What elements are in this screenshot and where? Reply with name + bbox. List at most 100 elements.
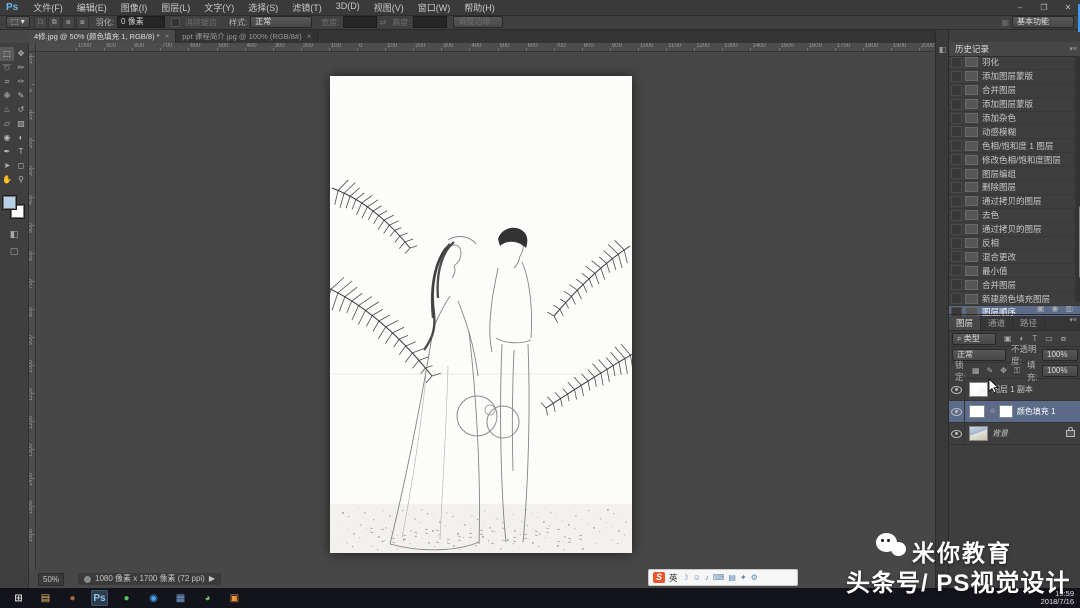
layer-row[interactable]: 图层 1 副本 [949, 379, 1080, 401]
history-scrollbar[interactable] [1075, 56, 1080, 302]
history-brush-source-box[interactable] [951, 181, 962, 193]
minimize-button[interactable]: – [1008, 3, 1032, 12]
menu-item-4[interactable]: 文字(Y) [197, 1, 241, 14]
layer-row[interactable]: 背景 [949, 423, 1080, 445]
horizontal-ruler[interactable]: 1000 900 800 700 600 500 400 300 200 100 0 100 200 30… [35, 43, 935, 52]
history-state[interactable]: 添加杂色 [949, 112, 1080, 126]
feather-input[interactable]: 0 像素 [117, 16, 166, 28]
history-brush-tool[interactable]: ↺ [14, 103, 28, 117]
menu-item-7[interactable]: 3D(D) [329, 1, 367, 14]
history-state[interactable]: 合并图层 [949, 84, 1080, 98]
ime-toolbar[interactable]: S 英 ☽ ☺ ♪ ⌨ ▤ ✦ ⚙ [648, 569, 798, 586]
layer-thumbnail[interactable] [969, 426, 988, 441]
dodge-tool[interactable]: ◐ [14, 131, 28, 145]
kugou-icon[interactable]: ◉ [145, 590, 162, 606]
intersect-selection-icon[interactable]: ⧇ [75, 15, 89, 29]
history-brush-source-box[interactable] [951, 209, 962, 221]
filter-shape-layers-icon[interactable]: ▭ [1045, 334, 1053, 344]
history-state[interactable]: 混合更改 [949, 250, 1080, 265]
brush-tool[interactable]: ✎ [14, 89, 28, 103]
document-canvas[interactable] [330, 76, 632, 553]
ime-mode-label[interactable]: 英 [669, 572, 678, 584]
history-brush-source-box[interactable] [951, 140, 962, 152]
vertical-ruler[interactable]: 100 0 100 200 300 400 500 600 700 800 900 1000 1100 1… [28, 51, 36, 570]
workspace-switcher[interactable]: ▦ 基本功能 [1001, 16, 1074, 28]
layer-mask-thumbnail[interactable] [998, 405, 1013, 418]
menu-item-2[interactable]: 图像(I) [114, 1, 155, 14]
eraser-tool[interactable]: ▱ [0, 117, 14, 131]
history-brush-source-box[interactable] [951, 251, 962, 263]
app-icon-green[interactable]: ● [118, 590, 135, 606]
layer-fill-thumbnail[interactable] [969, 405, 985, 418]
new-snapshot-icon[interactable]: ◉ [1051, 304, 1058, 313]
lock-position-icon[interactable]: ✥ [1000, 366, 1007, 376]
layer-row[interactable]: ៙ 颜色填充 1 [949, 401, 1080, 423]
history-state[interactable]: 修改色相/饱和度图层 [949, 153, 1080, 168]
add-selection-icon[interactable]: ⧉ [47, 15, 61, 29]
menu-item-1[interactable]: 编辑(E) [70, 1, 114, 14]
history-brush-source-box[interactable] [951, 279, 962, 291]
menu-item-6[interactable]: 滤镜(T) [285, 1, 329, 14]
wechat-icon[interactable]: ◕ [199, 590, 216, 606]
tab-close-icon[interactable]: × [307, 32, 312, 41]
history-state[interactable]: 合并图层 [949, 278, 1080, 293]
antialias-checkbox[interactable] [171, 17, 181, 27]
gradient-tool[interactable]: ▧ [14, 117, 28, 131]
history-state[interactable]: 去色 [949, 209, 1080, 223]
keyboard-icon[interactable]: ⌨ [713, 573, 725, 582]
app-icon-orange[interactable]: ▣ [226, 590, 243, 606]
delete-state-icon[interactable]: ▥ [1065, 304, 1073, 313]
layers-panel-menu-icon[interactable]: ▾≡ [1069, 316, 1077, 330]
emoji-icon[interactable]: ☺ [693, 573, 701, 582]
rectangular-marquee-tool[interactable]: ⬚ [0, 47, 14, 61]
file-explorer-icon[interactable]: ▤ [37, 590, 54, 606]
ruler-origin-corner[interactable] [28, 43, 36, 52]
layers-tab-2[interactable]: 路径 [1013, 316, 1046, 330]
close-button[interactable]: ✕ [1056, 3, 1080, 12]
history-panel-menu-icon[interactable]: ▾≡ [1069, 45, 1077, 53]
lock-paint-icon[interactable]: ✎ [987, 366, 994, 376]
history-state[interactable]: 反相 [949, 237, 1080, 251]
pen-tool[interactable]: ✒ [0, 145, 14, 159]
app-icon-brown[interactable]: ● [64, 590, 81, 606]
moon-icon[interactable]: ☽ [682, 573, 689, 582]
menu-item-3[interactable]: 图层(L) [154, 1, 197, 14]
fill-dropdown[interactable]: 100% [1042, 364, 1078, 377]
blur-tool[interactable]: ◉ [0, 131, 14, 145]
history-state[interactable]: 删除图层 [949, 181, 1080, 195]
sogou-logo-icon[interactable]: S [653, 572, 665, 583]
history-brush-source-box[interactable] [951, 223, 962, 235]
tool-preset-dropdown[interactable]: ⬚ ▾ [6, 16, 30, 28]
history-brush-source-box[interactable] [951, 265, 962, 277]
move-tool[interactable]: ✥ [14, 47, 28, 61]
layer-thumbnail[interactable] [969, 382, 988, 397]
history-state[interactable]: 最小值 [949, 264, 1080, 279]
photoshop-taskbar-icon[interactable]: Ps [91, 590, 108, 606]
eyedropper-tool[interactable]: ✑ [14, 75, 28, 89]
mic-icon[interactable]: ♪ [705, 573, 709, 582]
layer-visibility-toggle[interactable] [949, 379, 965, 400]
skin-icon[interactable]: ✦ [740, 573, 747, 582]
healing-brush-tool[interactable]: ✙ [0, 89, 14, 103]
filter-smart-objects-icon[interactable]: ⧈ [1061, 334, 1066, 344]
history-brush-source-box[interactable] [951, 237, 962, 249]
foreground-color-swatch[interactable] [2, 195, 17, 210]
menu-item-5[interactable]: 选择(S) [241, 1, 285, 14]
history-brush-source-box[interactable] [951, 70, 962, 82]
crop-tool[interactable]: ⌗ [0, 75, 14, 89]
layers-tab-1[interactable]: 通道 [981, 316, 1014, 330]
layers-tab-0[interactable]: 图层 [949, 316, 982, 330]
zoom-tool[interactable]: ⚲ [14, 173, 28, 187]
history-state[interactable]: 通过拷贝的图层 [949, 223, 1080, 237]
history-panel-title[interactable]: 历史记录 [955, 43, 989, 55]
history-state[interactable]: 图层编组 [949, 167, 1080, 182]
layer-kind-dropdown[interactable]: ⌕ 类型 [952, 332, 996, 345]
opacity-dropdown[interactable]: 100% [1042, 348, 1078, 361]
history-state[interactable]: 添加图层蒙版 [949, 98, 1080, 112]
history-brush-source-box[interactable] [951, 195, 962, 207]
restore-button[interactable]: ❐ [1032, 3, 1056, 12]
menu-item-10[interactable]: 帮助(H) [457, 1, 502, 14]
document-tab-1[interactable]: ppt 课程简介.jpg @ 100% (RGB/8#) × [176, 29, 319, 43]
history-brush-source-box[interactable] [951, 56, 962, 68]
zoom-level-input[interactable]: 50% [38, 572, 65, 586]
